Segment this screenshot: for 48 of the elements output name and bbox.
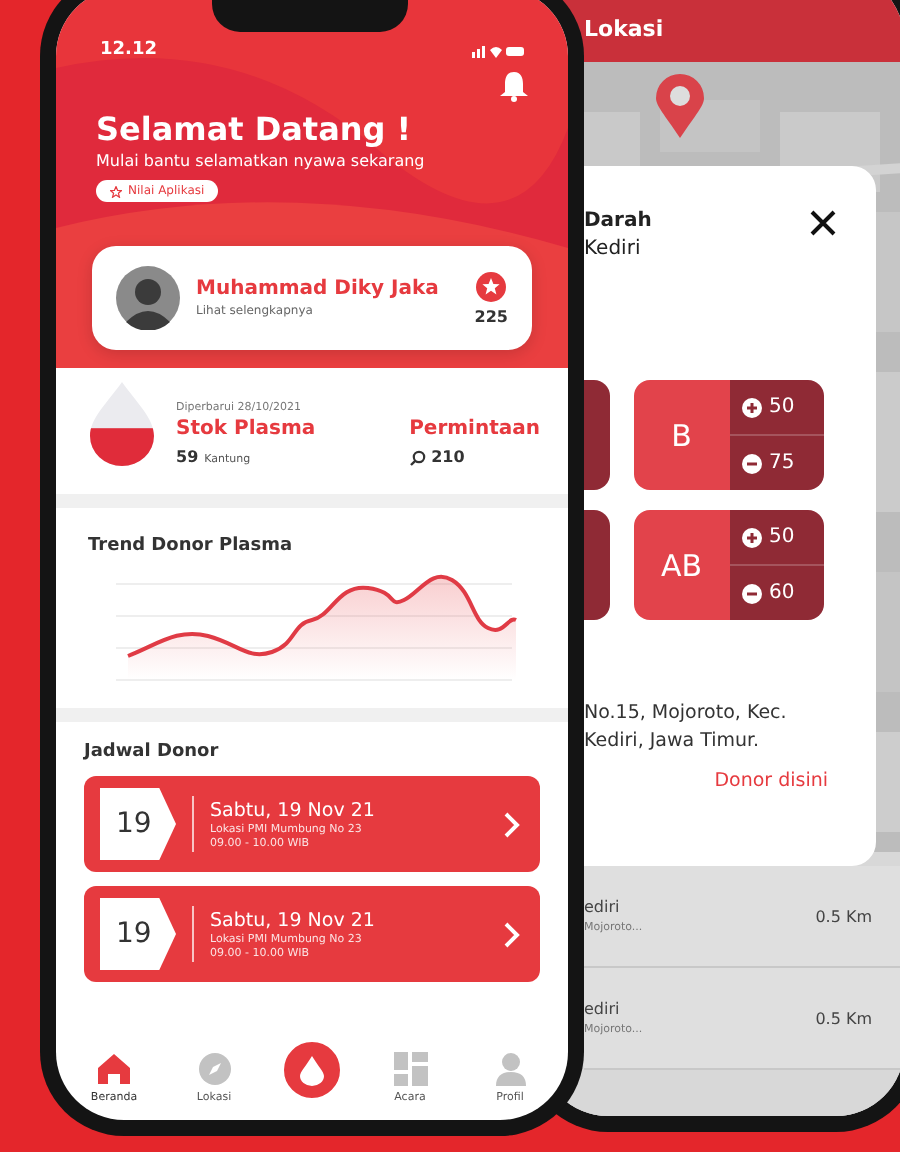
blood-type-label: AB	[634, 510, 729, 620]
blood-stock-in: 50	[769, 526, 795, 548]
plus-icon	[741, 527, 761, 547]
schedule-date: Sabtu, 19 Nov 21	[210, 909, 377, 931]
welcome-subtitle: Mulai bantu selamatkan nyawa sekarang	[96, 152, 427, 170]
blood-stock-in: 50	[769, 396, 795, 418]
distance-text: 0.5 Km	[815, 1009, 872, 1027]
avatar	[116, 266, 180, 330]
user-name: Muhammad Diky Jaka	[196, 278, 441, 300]
chart-title: Trend Donor Plasma	[88, 536, 295, 556]
star-badge-icon	[476, 271, 507, 301]
location-name: ediri	[584, 1000, 622, 1018]
grid-icon	[393, 1052, 427, 1086]
star-icon	[110, 185, 122, 197]
address-text: No.15, Mojoroto, Kec. Kediri, Jawa Timur.	[582, 700, 789, 757]
date-badge: 19	[100, 898, 176, 970]
date-badge: 19	[100, 788, 176, 860]
schedule-date: Sabtu, 19 Nov 21	[210, 799, 377, 821]
person-icon	[493, 1052, 527, 1086]
welcome-title: Selamat Datang !	[96, 110, 414, 148]
search-icon	[409, 449, 426, 465]
chevron-right-icon	[504, 811, 520, 837]
notification-bell-icon[interactable]	[500, 72, 528, 102]
blood-stock-out: 75	[769, 452, 795, 474]
blood-drop-icon	[300, 1055, 324, 1085]
location-subtitle: Kediri	[584, 238, 643, 260]
donor-here-link[interactable]: Donor disini	[714, 769, 828, 791]
home-icon	[96, 1052, 132, 1086]
stock-count: 59	[176, 448, 199, 466]
request-title: Permintaan	[409, 418, 540, 440]
status-icons	[472, 43, 524, 57]
map-pin-icon	[656, 74, 704, 138]
stock-title: Stok Plasma	[176, 418, 316, 440]
location-name: ediri	[584, 898, 622, 916]
blood-stock-out: 60	[769, 582, 795, 604]
close-icon[interactable]	[810, 210, 836, 236]
status-time: 12.12	[100, 40, 157, 60]
distance-text: 0.5 Km	[815, 907, 872, 925]
section-title: Jadwal Donor	[84, 742, 221, 762]
location-title: Darah	[584, 210, 652, 232]
points-count: 225	[474, 307, 508, 325]
compass-icon	[197, 1052, 231, 1086]
chevron-right-icon	[504, 921, 520, 947]
plus-icon	[741, 397, 761, 417]
blood-type-label: B	[634, 380, 729, 490]
minus-icon	[741, 583, 761, 603]
request-count: 210	[431, 448, 465, 466]
minus-icon	[741, 453, 761, 473]
